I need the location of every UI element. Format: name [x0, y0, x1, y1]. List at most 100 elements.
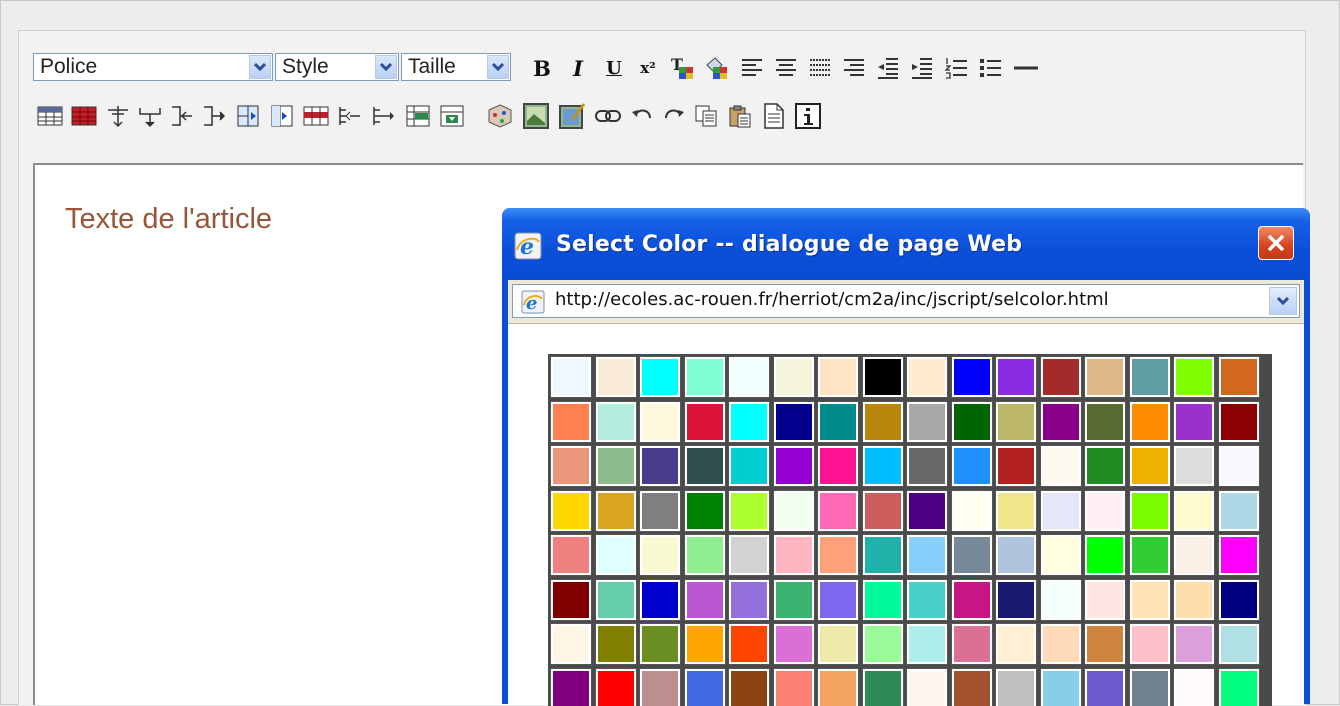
color-swatch[interactable] [1174, 357, 1214, 397]
color-swatch[interactable] [952, 446, 992, 486]
color-swatch[interactable] [1085, 535, 1125, 575]
color-swatch[interactable] [640, 669, 680, 706]
color-swatch[interactable] [596, 491, 636, 531]
color-swatch[interactable] [1174, 669, 1214, 706]
color-swatch[interactable] [596, 580, 636, 620]
color-swatch[interactable] [907, 446, 947, 486]
numbered-list-button[interactable] [943, 55, 969, 81]
color-swatch[interactable] [774, 402, 814, 442]
color-swatch[interactable] [818, 580, 858, 620]
color-swatch[interactable] [952, 624, 992, 664]
color-swatch[interactable] [685, 357, 725, 397]
bold-button[interactable]: B [529, 55, 555, 81]
color-swatch[interactable] [1174, 535, 1214, 575]
color-swatch[interactable] [1085, 669, 1125, 706]
color-swatch[interactable] [863, 669, 903, 706]
color-swatch[interactable] [596, 446, 636, 486]
color-swatch[interactable] [774, 446, 814, 486]
color-swatch[interactable] [685, 580, 725, 620]
color-swatch[interactable] [952, 357, 992, 397]
color-swatch[interactable] [1130, 491, 1170, 531]
link-button[interactable] [595, 103, 621, 129]
color-swatch[interactable] [818, 446, 858, 486]
color-swatch[interactable] [952, 402, 992, 442]
color-swatch[interactable] [1219, 580, 1259, 620]
color-swatch[interactable] [774, 580, 814, 620]
color-swatch[interactable] [1041, 624, 1081, 664]
color-swatch[interactable] [551, 535, 591, 575]
color-swatch[interactable] [551, 402, 591, 442]
color-swatch[interactable] [1041, 402, 1081, 442]
font-select[interactable]: Police [33, 53, 273, 81]
chevron-down-icon[interactable] [375, 55, 397, 79]
new-document-button[interactable] [761, 103, 787, 129]
color-swatch[interactable] [640, 580, 680, 620]
color-swatch[interactable] [907, 491, 947, 531]
info-button[interactable] [795, 103, 821, 129]
underline-button[interactable]: U [601, 55, 627, 81]
chevron-down-icon[interactable] [487, 55, 509, 79]
merge-cell-button[interactable] [269, 103, 295, 129]
style-select[interactable]: Style [275, 53, 399, 81]
color-swatch[interactable] [1130, 669, 1170, 706]
color-swatch[interactable] [729, 624, 769, 664]
color-swatch[interactable] [1041, 491, 1081, 531]
undo-button[interactable] [629, 103, 655, 129]
color-swatch[interactable] [1130, 624, 1170, 664]
close-button[interactable] [1258, 226, 1294, 260]
color-swatch[interactable] [774, 357, 814, 397]
color-swatch[interactable] [1219, 446, 1259, 486]
paste-button[interactable] [727, 103, 753, 129]
copy-button[interactable] [693, 103, 719, 129]
color-swatch[interactable] [818, 669, 858, 706]
color-swatch[interactable] [1174, 624, 1214, 664]
color-swatch[interactable] [1085, 402, 1125, 442]
size-select[interactable]: Taille [401, 53, 511, 81]
insert-row-above-button[interactable] [105, 103, 131, 129]
cell-properties-button[interactable] [303, 103, 329, 129]
delete-row-button[interactable] [169, 103, 195, 129]
color-swatch[interactable] [1219, 624, 1259, 664]
color-swatch[interactable] [1174, 491, 1214, 531]
color-swatch[interactable] [1041, 535, 1081, 575]
edit-image-button[interactable] [559, 103, 585, 129]
color-swatch[interactable] [1219, 402, 1259, 442]
color-swatch[interactable] [729, 446, 769, 486]
color-swatch[interactable] [1130, 580, 1170, 620]
color-swatch[interactable] [996, 669, 1036, 706]
color-swatch[interactable] [996, 624, 1036, 664]
color-swatch[interactable] [729, 669, 769, 706]
color-swatch[interactable] [907, 357, 947, 397]
color-swatch[interactable] [640, 402, 680, 442]
color-swatch[interactable] [729, 357, 769, 397]
superscript-button[interactable]: x² [635, 55, 661, 81]
color-swatch[interactable] [863, 491, 903, 531]
color-swatch[interactable] [551, 669, 591, 706]
color-swatch[interactable] [1219, 669, 1259, 706]
color-swatch[interactable] [596, 669, 636, 706]
color-swatch[interactable] [863, 624, 903, 664]
color-swatch[interactable] [818, 357, 858, 397]
color-swatch[interactable] [551, 446, 591, 486]
color-swatch[interactable] [863, 580, 903, 620]
address-field[interactable]: e http://ecoles.ac-rouen.fr/herriot/cm2a… [512, 284, 1300, 318]
color-swatch[interactable] [774, 624, 814, 664]
color-swatch[interactable] [952, 535, 992, 575]
color-swatch[interactable] [1041, 669, 1081, 706]
color-swatch[interactable] [685, 491, 725, 531]
color-swatch[interactable] [685, 446, 725, 486]
color-swatch[interactable] [685, 669, 725, 706]
color-swatch[interactable] [907, 402, 947, 442]
color-swatch[interactable] [551, 491, 591, 531]
color-swatch[interactable] [596, 535, 636, 575]
color-swatch[interactable] [863, 357, 903, 397]
color-swatch[interactable] [863, 402, 903, 442]
color-swatch[interactable] [774, 669, 814, 706]
color-swatch[interactable] [1219, 357, 1259, 397]
dialog-titlebar[interactable]: e Select Color -- dialogue de page Web [502, 208, 1310, 280]
color-swatch[interactable] [640, 357, 680, 397]
color-swatch[interactable] [774, 491, 814, 531]
color-swatch[interactable] [1130, 535, 1170, 575]
color-swatch[interactable] [907, 669, 947, 706]
color-swatch[interactable] [863, 446, 903, 486]
